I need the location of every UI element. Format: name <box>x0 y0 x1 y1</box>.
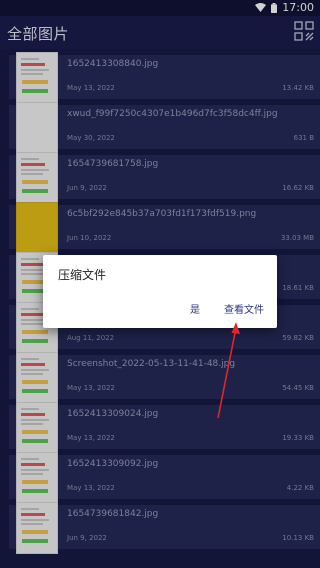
view-files-button[interactable]: 查看文件 <box>224 301 264 316</box>
dialog-title: 压缩文件 <box>58 268 107 282</box>
compress-dialog: 压缩文件 是 查看文件 <box>43 255 277 328</box>
yes-button[interactable]: 是 <box>190 301 200 316</box>
